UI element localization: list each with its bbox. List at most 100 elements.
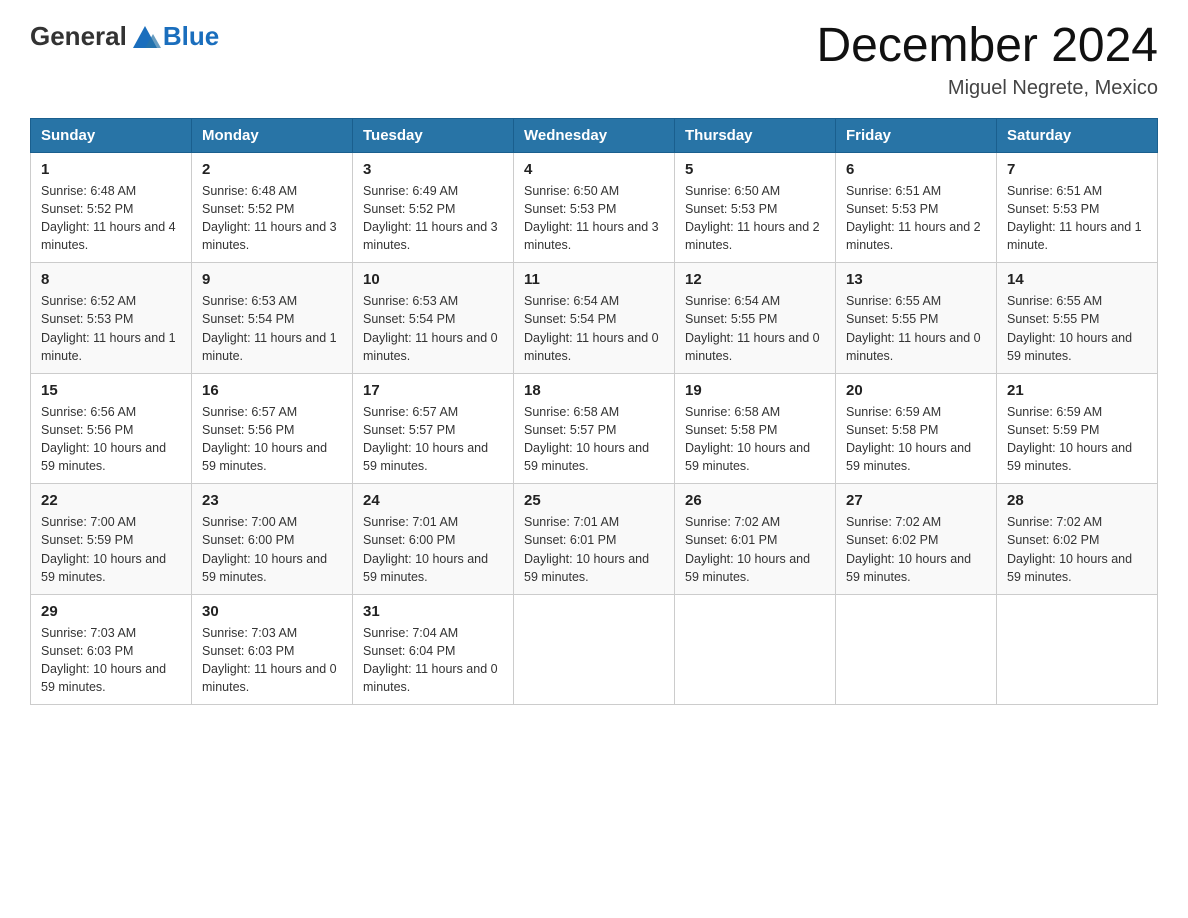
day-info: Sunrise: 7:04 AM Sunset: 6:04 PM Dayligh… <box>363 624 503 697</box>
day-number: 24 <box>363 492 503 509</box>
day-number: 7 <box>1007 161 1147 178</box>
calendar-cell: 13 Sunrise: 6:55 AM Sunset: 5:55 PM Dayl… <box>836 263 997 374</box>
weekday-header-wednesday: Wednesday <box>514 118 675 152</box>
logo-icon <box>129 20 161 52</box>
calendar-cell: 16 Sunrise: 6:57 AM Sunset: 5:56 PM Dayl… <box>192 373 353 484</box>
day-info: Sunrise: 6:53 AM Sunset: 5:54 PM Dayligh… <box>363 292 503 365</box>
day-info: Sunrise: 6:48 AM Sunset: 5:52 PM Dayligh… <box>41 182 181 255</box>
calendar-cell: 23 Sunrise: 7:00 AM Sunset: 6:00 PM Dayl… <box>192 484 353 595</box>
calendar-cell: 17 Sunrise: 6:57 AM Sunset: 5:57 PM Dayl… <box>353 373 514 484</box>
day-number: 14 <box>1007 271 1147 288</box>
day-number: 9 <box>202 271 342 288</box>
day-info: Sunrise: 6:54 AM Sunset: 5:55 PM Dayligh… <box>685 292 825 365</box>
calendar-cell: 27 Sunrise: 7:02 AM Sunset: 6:02 PM Dayl… <box>836 484 997 595</box>
day-number: 8 <box>41 271 181 288</box>
weekday-header-tuesday: Tuesday <box>353 118 514 152</box>
day-number: 19 <box>685 382 825 399</box>
day-info: Sunrise: 6:51 AM Sunset: 5:53 PM Dayligh… <box>1007 182 1147 255</box>
day-info: Sunrise: 6:50 AM Sunset: 5:53 PM Dayligh… <box>524 182 664 255</box>
day-info: Sunrise: 6:59 AM Sunset: 5:58 PM Dayligh… <box>846 403 986 476</box>
calendar-week-row: 15 Sunrise: 6:56 AM Sunset: 5:56 PM Dayl… <box>31 373 1158 484</box>
calendar-cell: 31 Sunrise: 7:04 AM Sunset: 6:04 PM Dayl… <box>353 594 514 705</box>
day-number: 13 <box>846 271 986 288</box>
calendar-cell: 28 Sunrise: 7:02 AM Sunset: 6:02 PM Dayl… <box>997 484 1158 595</box>
day-number: 20 <box>846 382 986 399</box>
calendar-cell: 19 Sunrise: 6:58 AM Sunset: 5:58 PM Dayl… <box>675 373 836 484</box>
title-block: December 2024 Miguel Negrete, Mexico <box>816 20 1158 100</box>
weekday-header-saturday: Saturday <box>997 118 1158 152</box>
calendar-week-row: 8 Sunrise: 6:52 AM Sunset: 5:53 PM Dayli… <box>31 263 1158 374</box>
day-info: Sunrise: 6:55 AM Sunset: 5:55 PM Dayligh… <box>1007 292 1147 365</box>
day-info: Sunrise: 6:53 AM Sunset: 5:54 PM Dayligh… <box>202 292 342 365</box>
day-info: Sunrise: 6:57 AM Sunset: 5:57 PM Dayligh… <box>363 403 503 476</box>
calendar-week-row: 29 Sunrise: 7:03 AM Sunset: 6:03 PM Dayl… <box>31 594 1158 705</box>
calendar-cell: 7 Sunrise: 6:51 AM Sunset: 5:53 PM Dayli… <box>997 152 1158 263</box>
day-info: Sunrise: 6:56 AM Sunset: 5:56 PM Dayligh… <box>41 403 181 476</box>
day-info: Sunrise: 7:02 AM Sunset: 6:02 PM Dayligh… <box>846 513 986 586</box>
day-info: Sunrise: 7:03 AM Sunset: 6:03 PM Dayligh… <box>41 624 181 697</box>
calendar-title: December 2024 <box>816 20 1158 73</box>
day-number: 27 <box>846 492 986 509</box>
calendar-cell: 10 Sunrise: 6:53 AM Sunset: 5:54 PM Dayl… <box>353 263 514 374</box>
day-info: Sunrise: 7:01 AM Sunset: 6:01 PM Dayligh… <box>524 513 664 586</box>
calendar-cell: 15 Sunrise: 6:56 AM Sunset: 5:56 PM Dayl… <box>31 373 192 484</box>
day-info: Sunrise: 6:50 AM Sunset: 5:53 PM Dayligh… <box>685 182 825 255</box>
calendar-cell: 30 Sunrise: 7:03 AM Sunset: 6:03 PM Dayl… <box>192 594 353 705</box>
day-number: 15 <box>41 382 181 399</box>
day-number: 25 <box>524 492 664 509</box>
calendar-cell: 5 Sunrise: 6:50 AM Sunset: 5:53 PM Dayli… <box>675 152 836 263</box>
day-number: 1 <box>41 161 181 178</box>
calendar-cell <box>997 594 1158 705</box>
day-info: Sunrise: 7:02 AM Sunset: 6:01 PM Dayligh… <box>685 513 825 586</box>
day-number: 29 <box>41 603 181 620</box>
day-info: Sunrise: 7:00 AM Sunset: 6:00 PM Dayligh… <box>202 513 342 586</box>
day-number: 26 <box>685 492 825 509</box>
calendar-cell <box>675 594 836 705</box>
day-number: 31 <box>363 603 503 620</box>
day-info: Sunrise: 6:59 AM Sunset: 5:59 PM Dayligh… <box>1007 403 1147 476</box>
calendar-cell: 11 Sunrise: 6:54 AM Sunset: 5:54 PM Dayl… <box>514 263 675 374</box>
day-info: Sunrise: 6:58 AM Sunset: 5:58 PM Dayligh… <box>685 403 825 476</box>
calendar-cell <box>514 594 675 705</box>
day-info: Sunrise: 7:01 AM Sunset: 6:00 PM Dayligh… <box>363 513 503 586</box>
calendar-cell <box>836 594 997 705</box>
day-info: Sunrise: 6:54 AM Sunset: 5:54 PM Dayligh… <box>524 292 664 365</box>
calendar-cell: 21 Sunrise: 6:59 AM Sunset: 5:59 PM Dayl… <box>997 373 1158 484</box>
day-info: Sunrise: 7:00 AM Sunset: 5:59 PM Dayligh… <box>41 513 181 586</box>
day-number: 11 <box>524 271 664 288</box>
day-info: Sunrise: 6:57 AM Sunset: 5:56 PM Dayligh… <box>202 403 342 476</box>
day-info: Sunrise: 6:49 AM Sunset: 5:52 PM Dayligh… <box>363 182 503 255</box>
calendar-cell: 14 Sunrise: 6:55 AM Sunset: 5:55 PM Dayl… <box>997 263 1158 374</box>
day-info: Sunrise: 6:58 AM Sunset: 5:57 PM Dayligh… <box>524 403 664 476</box>
day-number: 18 <box>524 382 664 399</box>
day-number: 21 <box>1007 382 1147 399</box>
day-number: 12 <box>685 271 825 288</box>
day-number: 28 <box>1007 492 1147 509</box>
calendar-cell: 3 Sunrise: 6:49 AM Sunset: 5:52 PM Dayli… <box>353 152 514 263</box>
day-number: 30 <box>202 603 342 620</box>
day-number: 4 <box>524 161 664 178</box>
day-number: 10 <box>363 271 503 288</box>
calendar-cell: 12 Sunrise: 6:54 AM Sunset: 5:55 PM Dayl… <box>675 263 836 374</box>
calendar-cell: 8 Sunrise: 6:52 AM Sunset: 5:53 PM Dayli… <box>31 263 192 374</box>
logo-blue-text: Blue <box>163 21 219 52</box>
day-number: 23 <box>202 492 342 509</box>
day-info: Sunrise: 6:52 AM Sunset: 5:53 PM Dayligh… <box>41 292 181 365</box>
calendar-cell: 2 Sunrise: 6:48 AM Sunset: 5:52 PM Dayli… <box>192 152 353 263</box>
calendar-cell: 6 Sunrise: 6:51 AM Sunset: 5:53 PM Dayli… <box>836 152 997 263</box>
calendar-week-row: 1 Sunrise: 6:48 AM Sunset: 5:52 PM Dayli… <box>31 152 1158 263</box>
day-number: 2 <box>202 161 342 178</box>
day-number: 3 <box>363 161 503 178</box>
calendar-cell: 26 Sunrise: 7:02 AM Sunset: 6:01 PM Dayl… <box>675 484 836 595</box>
weekday-header-thursday: Thursday <box>675 118 836 152</box>
day-number: 5 <box>685 161 825 178</box>
day-info: Sunrise: 6:51 AM Sunset: 5:53 PM Dayligh… <box>846 182 986 255</box>
weekday-header-sunday: Sunday <box>31 118 192 152</box>
calendar-cell: 9 Sunrise: 6:53 AM Sunset: 5:54 PM Dayli… <box>192 263 353 374</box>
logo-general-text: General <box>30 21 127 52</box>
logo: General Blue <box>30 20 219 52</box>
day-number: 6 <box>846 161 986 178</box>
day-number: 22 <box>41 492 181 509</box>
calendar-cell: 29 Sunrise: 7:03 AM Sunset: 6:03 PM Dayl… <box>31 594 192 705</box>
calendar-week-row: 22 Sunrise: 7:00 AM Sunset: 5:59 PM Dayl… <box>31 484 1158 595</box>
